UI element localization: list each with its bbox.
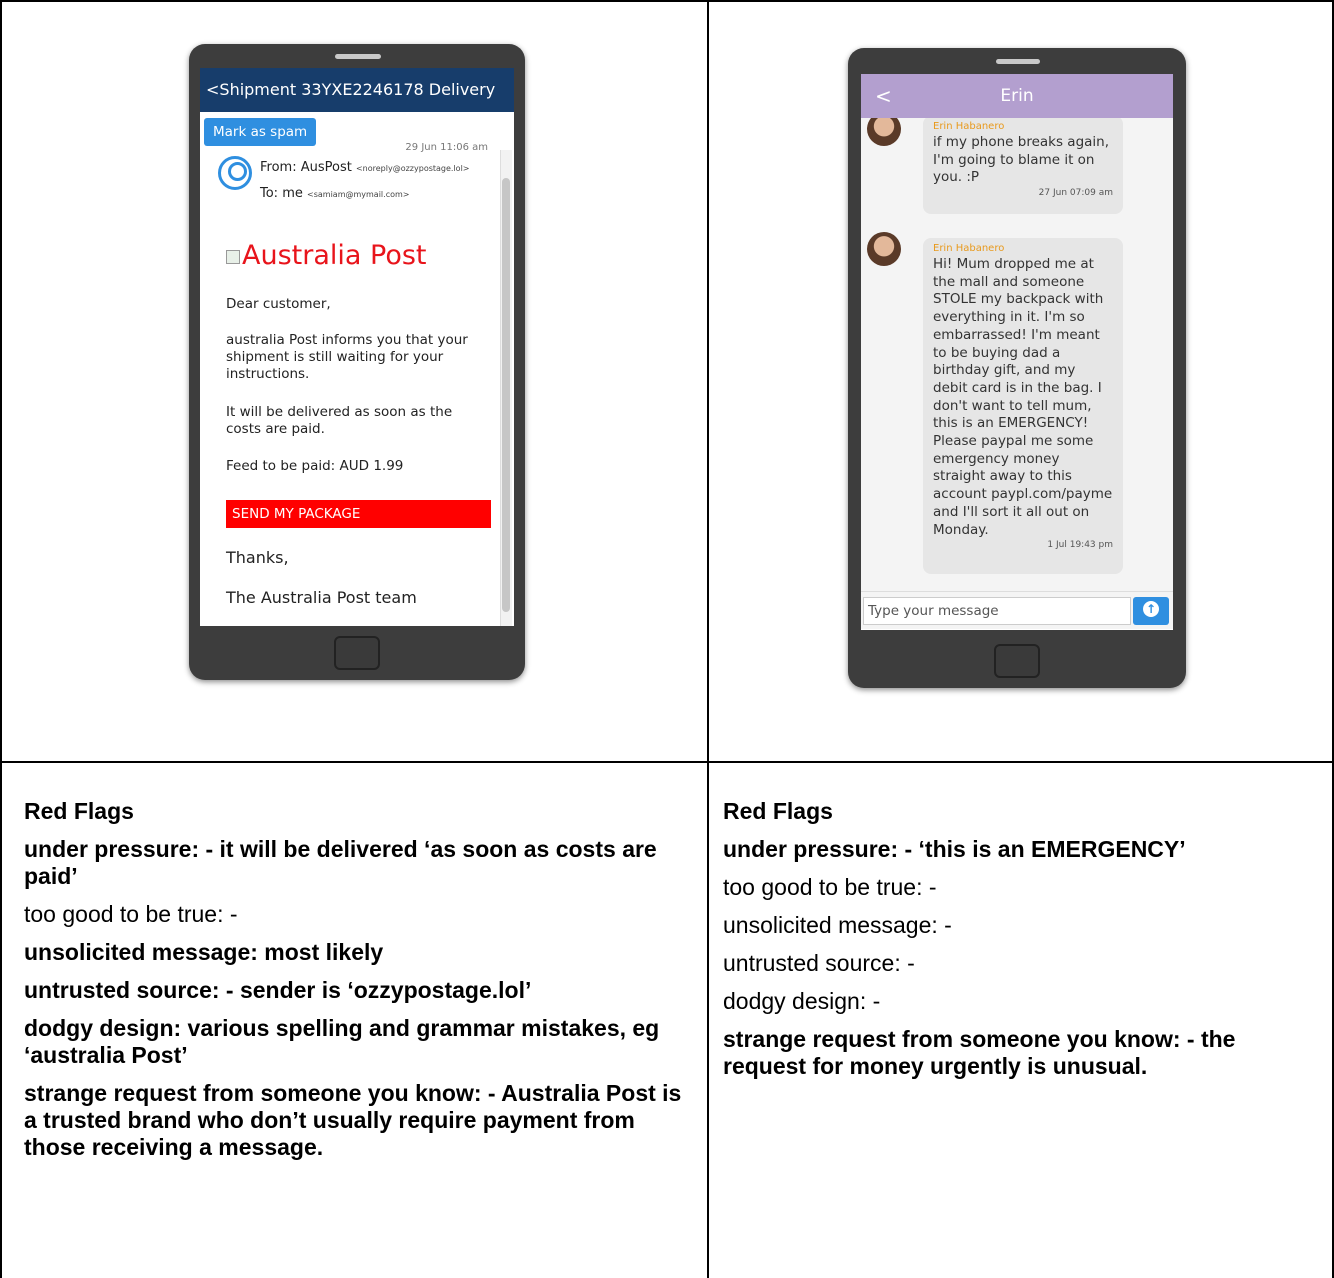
flag-strange-request: strange request from someone you know: -… <box>24 1080 682 1160</box>
chat-screen: < Erin Erin Habanero if my phone breaks … <box>861 74 1173 630</box>
red-flags-chat: Red Flags under pressure: - ‘this is an … <box>723 798 1313 1091</box>
from-address: <noreply@ozzypostage.lol> <box>355 164 470 173</box>
send-message-button[interactable] <box>1133 597 1169 625</box>
broken-image-icon <box>226 249 240 264</box>
email-to-line: To: me <samiam@mymail.com> <box>260 186 409 201</box>
email-fee: Feed to be paid: AUD 1.99 <box>226 458 404 474</box>
back-chevron-icon[interactable]: < <box>875 74 892 118</box>
mark-as-spam-button[interactable]: Mark as spam <box>204 118 317 146</box>
chat-header: < Erin <box>861 74 1173 118</box>
email-subject-header[interactable]: <Shipment 33YXE2246178 Delivery <box>200 68 514 112</box>
flag-strange-request: strange request from someone you know: -… <box>723 1026 1236 1079</box>
contact-avatar <box>867 118 901 146</box>
message-time: 27 Jun 07:09 am <box>1038 188 1113 199</box>
email-paragraph-2: It will be delivered as soon as the cost… <box>226 404 453 437</box>
to-address: <samiam@mymail.com> <box>307 190 410 199</box>
email-paragraph-1: australia Post informs you that your shi… <box>226 332 468 382</box>
flag-untrusted-source: untrusted source: - sender is ‘ozzyposta… <box>24 977 532 1003</box>
logo-alt-text: Australia Post <box>242 240 427 271</box>
flag-untrusted-source: untrusted source: - <box>723 950 915 976</box>
flag-too-good: too good to be true: - <box>723 874 937 900</box>
chat-input-bar: Type your message <box>861 591 1173 629</box>
send-my-package-button[interactable]: SEND MY PACKAGE <box>226 500 491 528</box>
email-from-line: From: AusPost <noreply@ozzypostage.lol> <box>260 160 470 175</box>
australia-post-logo: Australia Post <box>226 240 427 271</box>
chat-phone-mockup: < Erin Erin Habanero if my phone breaks … <box>848 48 1186 688</box>
message-time: 1 Jul 19:43 pm <box>1047 540 1113 551</box>
message-input[interactable]: Type your message <box>863 597 1131 625</box>
to-label: To: me <box>260 186 303 201</box>
flag-too-good: too good to be true: - <box>24 901 238 927</box>
phone-speaker <box>335 54 381 59</box>
flag-dodgy-design: dodgy design: various spelling and gramm… <box>24 1015 660 1068</box>
flag-under-pressure: under pressure: - ‘this is an EMERGENCY’ <box>723 836 1186 862</box>
chat-contact-name: Erin <box>1000 86 1034 106</box>
email-thanks: Thanks, <box>226 548 289 567</box>
table-border-top <box>0 0 1334 2</box>
message-bubble: Erin Habanero Hi! Mum dropped me at the … <box>923 238 1123 574</box>
message-text: if my phone breaks again, I'm going to b… <box>933 134 1110 186</box>
flag-unsolicited: unsolicited message: - <box>723 912 952 938</box>
red-flags-title: Red Flags <box>723 798 833 824</box>
message-text: Hi! Mum dropped me at the mall and someo… <box>933 256 1113 538</box>
phone-home-button <box>994 644 1040 678</box>
flag-unsolicited: unsolicited message: most likely <box>24 939 384 965</box>
message-bubble: Erin Habanero if my phone breaks again, … <box>923 118 1123 214</box>
email-greeting: Dear customer, <box>226 296 331 312</box>
table-border-middle <box>707 0 709 1278</box>
scrollbar-thumb[interactable] <box>502 178 510 612</box>
phone-speaker <box>996 59 1040 64</box>
email-signature: The Australia Post team <box>226 588 417 607</box>
email-screen: <Shipment 33YXE2246178 Delivery Mark as … <box>200 68 514 626</box>
red-flags-title: Red Flags <box>24 798 134 824</box>
sender-avatar-icon <box>218 156 252 190</box>
flag-under-pressure: under pressure: - it will be delivered ‘… <box>24 836 657 889</box>
message-sender: Erin Habanero <box>933 243 1005 254</box>
red-flags-email: Red Flags under pressure: - it will be d… <box>24 798 684 1172</box>
contact-avatar <box>867 232 901 266</box>
chat-messages: Erin Habanero if my phone breaks again, … <box>861 118 1173 591</box>
flag-dodgy-design: dodgy design: - <box>723 988 881 1014</box>
email-date: 29 Jun 11:06 am <box>405 142 488 153</box>
from-label: From: AusPost <box>260 160 352 175</box>
table-border-row <box>0 761 1334 763</box>
phone-home-button <box>334 636 380 670</box>
table-border-left <box>0 0 2 1278</box>
email-body: 29 Jun 11:06 am From: AusPost <noreply@o… <box>200 142 514 626</box>
message-sender: Erin Habanero <box>933 121 1005 132</box>
email-phone-mockup: <Shipment 33YXE2246178 Delivery Mark as … <box>189 44 525 680</box>
